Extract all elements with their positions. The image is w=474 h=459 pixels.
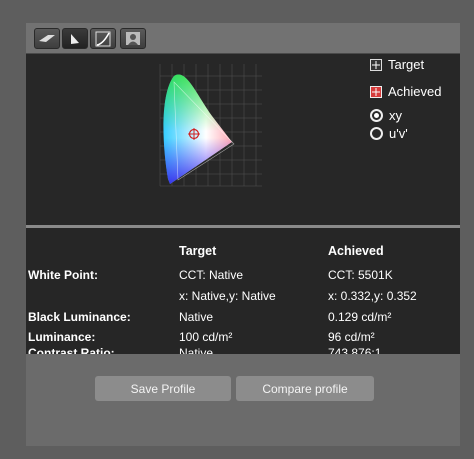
profile-person-icon [126,32,140,45]
gamut-tool-button[interactable] [62,28,88,49]
profile-tool-button[interactable] [120,28,146,49]
action-bar: Save Profile Compare profile [26,354,460,446]
luminance-achieved: 96 cd/m² [328,330,375,344]
radio-uv[interactable]: u'v' [370,126,408,141]
achieved-legend[interactable]: Achieved [370,84,441,99]
target-legend[interactable]: Target [370,57,424,72]
curve-icon [95,31,111,46]
achieved-legend-label: Achieved [388,84,442,99]
row-label-luminance: Luminance: [28,330,96,344]
row-label-black-luminance: Black Luminance: [28,310,131,324]
results-table: Target Achieved White Point: CCT: Native… [26,228,460,360]
white-point-target-cct: CCT: Native [179,268,244,282]
chromaticity-chart-panel: Target Achieved xy u'v' [26,54,460,225]
eraser-icon [39,34,55,42]
save-profile-button[interactable]: Save Profile [95,376,231,401]
white-point-achieved-cct: CCT: 5501K [328,268,393,282]
eraser-tool-button[interactable] [34,28,60,49]
toolbar [26,23,460,54]
gamut-triangle-icon [71,33,79,44]
luminance-target: 100 cd/m² [179,330,233,344]
column-header-achieved: Achieved [328,244,384,258]
calibration-window: Target Achieved xy u'v' Target Achieved … [26,23,460,446]
compare-profile-button[interactable]: Compare profile [236,376,374,401]
white-point-achieved-xy: x: 0.332,y: 0.352 [328,289,417,303]
column-header-target: Target [179,244,217,258]
cie-diagram [159,64,262,187]
curve-tool-button[interactable] [90,28,116,49]
white-point-target-xy: x: Native,y: Native [179,289,276,303]
radio-xy-label: xy [389,108,402,123]
black-luminance-target: Native [179,310,214,324]
achieved-crosshair-icon [370,85,382,98]
target-crosshair-icon [370,58,382,71]
row-label-white-point: White Point: [28,268,98,282]
radio-xy-indicator[interactable] [370,109,383,122]
black-luminance-achieved: 0.129 cd/m² [328,310,392,324]
radio-xy[interactable]: xy [370,108,402,123]
radio-uv-indicator[interactable] [370,127,383,140]
radio-uv-label: u'v' [389,126,408,141]
target-legend-label: Target [388,57,425,72]
